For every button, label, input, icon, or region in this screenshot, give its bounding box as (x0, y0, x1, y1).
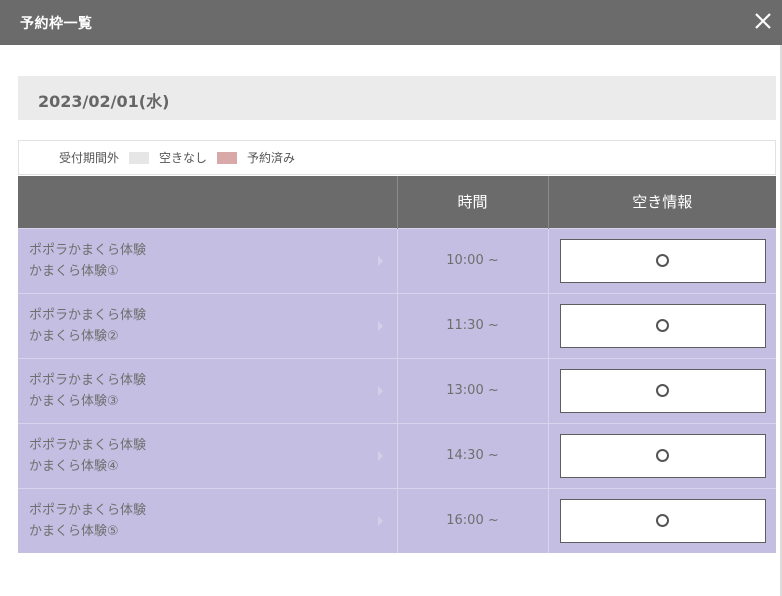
availability-button[interactable] (559, 498, 766, 543)
table-row: ポポラかまくら体験 かまくら体験① 10:00 ~ (18, 227, 776, 293)
available-circle-icon (656, 449, 669, 462)
table-row: ポポラかまくら体験 かまくら体験③ 13:00 ~ (18, 357, 776, 423)
availability-cell (548, 422, 776, 488)
plan-name: ポポラかまくら体験 (29, 307, 147, 323)
available-circle-icon (656, 254, 669, 267)
plan-cell[interactable]: ポポラかまくら体験 かまくら体験③ (18, 357, 398, 423)
chevron-right-icon (377, 385, 383, 396)
plan-name: ポポラかまくら体験 (29, 437, 147, 453)
plan-cell[interactable]: ポポラかまくら体験 かまくら体験② (18, 292, 398, 358)
plan-sub: かまくら体験⑤ (29, 523, 119, 539)
time-cell: 11:30 ~ (397, 292, 549, 358)
chevron-right-icon (377, 255, 383, 266)
availability-cell (548, 227, 776, 293)
availability-cell (548, 357, 776, 423)
chevron-right-icon (377, 320, 383, 331)
date-header: 2023/02/01(水) (18, 76, 776, 120)
legend-item-out-of-period: 受付期間外 (59, 149, 159, 166)
time-cell: 10:00 ~ (397, 227, 549, 293)
plan-sub: かまくら体験④ (29, 458, 119, 474)
availability-button[interactable] (559, 368, 766, 413)
availability-button[interactable] (559, 433, 766, 478)
legend-label: 予約済み (247, 151, 296, 165)
table-header-row: 時間 空き情報 (18, 176, 776, 228)
legend-label: 受付期間外 (59, 151, 120, 165)
header-availability: 空き情報 (548, 176, 776, 228)
table-row: ポポラかまくら体験 かまくら体験② 11:30 ~ (18, 292, 776, 358)
availability-cell (548, 292, 776, 358)
close-icon[interactable] (752, 10, 774, 32)
available-circle-icon (656, 384, 669, 397)
plan-sub: かまくら体験③ (29, 393, 119, 409)
legend-item-reserved: 予約済み (247, 149, 295, 166)
chevron-right-icon (377, 515, 383, 526)
selected-date: 2023/02/01(水) (38, 92, 170, 111)
availability-cell (548, 487, 776, 553)
legend-swatch (217, 151, 238, 164)
time-cell: 14:30 ~ (397, 422, 549, 488)
available-circle-icon (656, 514, 669, 528)
plan-name: ポポラかまくら体験 (29, 242, 147, 258)
plan-name: ポポラかまくら体験 (29, 372, 147, 388)
legend-item-full: 空きなし (159, 149, 247, 166)
plan-cell[interactable]: ポポラかまくら体験 かまくら体験⑤ (18, 487, 398, 553)
dialog-header: 予約枠一覧 (0, 0, 782, 45)
plan-sub: かまくら体験① (29, 263, 119, 279)
slot-table: 時間 空き情報 ポポラかまくら体験 かまくら体験① 10:00 ~ ポポラかまく… (18, 176, 776, 553)
legend-swatch (129, 151, 150, 164)
plan-name: ポポラかまくら体験 (29, 502, 147, 518)
availability-button[interactable] (559, 238, 766, 283)
header-plan (18, 176, 398, 228)
availability-button[interactable] (559, 303, 766, 348)
time-cell: 16:00 ~ (397, 487, 549, 553)
legend-label: 空きなし (159, 151, 208, 165)
available-circle-icon (656, 319, 669, 332)
dialog-title: 予約枠一覧 (20, 16, 93, 32)
plan-cell[interactable]: ポポラかまくら体験 かまくら体験④ (18, 422, 398, 488)
chevron-right-icon (377, 450, 383, 461)
table-row: ポポラかまくら体験 かまくら体験④ 14:30 ~ (18, 422, 776, 488)
plan-cell[interactable]: ポポラかまくら体験 かまくら体験① (18, 227, 398, 293)
plan-sub: かまくら体験② (29, 328, 119, 344)
time-cell: 13:00 ~ (397, 357, 549, 423)
header-time: 時間 (397, 176, 549, 228)
legend: 受付期間外 空きなし 予約済み (18, 140, 776, 175)
table-row: ポポラかまくら体験 かまくら体験⑤ 16:00 ~ (18, 487, 776, 553)
